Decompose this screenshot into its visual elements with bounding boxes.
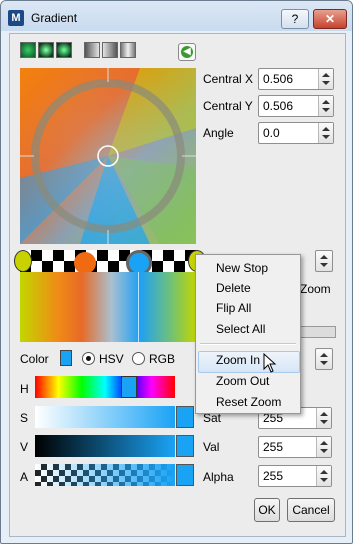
add-preset-button[interactable]: ◀ xyxy=(178,43,196,61)
menu-item-reset-zoom[interactable]: Reset Zoom xyxy=(216,395,281,409)
color-stop-1[interactable] xyxy=(14,250,32,272)
context-menu: New Stop Delete Flip All Select All Zoom… xyxy=(195,254,301,414)
hue-stepper[interactable] xyxy=(315,348,333,370)
app-icon: M xyxy=(8,10,24,26)
menu-item-flip-all[interactable]: Flip All xyxy=(216,301,251,315)
central-x-stepper[interactable] xyxy=(318,69,333,89)
rgb-label: RGB xyxy=(149,352,176,366)
angle-stepper[interactable] xyxy=(318,123,333,143)
preset-swatch-2[interactable] xyxy=(38,42,54,58)
a-label: A xyxy=(20,470,29,484)
hue-slider-handle[interactable] xyxy=(121,376,137,398)
preset-swatch-5[interactable] xyxy=(102,42,118,58)
menu-item-select-all[interactable]: Select All xyxy=(216,322,265,336)
s-label: S xyxy=(20,411,29,425)
preset-swatch-3[interactable] xyxy=(56,42,72,58)
central-x-field[interactable]: 0.506 xyxy=(258,68,334,90)
alpha-slider[interactable] xyxy=(35,464,175,486)
h-label: H xyxy=(20,382,29,396)
color-stop-2[interactable] xyxy=(74,252,96,274)
menu-item-new-stop[interactable]: New Stop xyxy=(216,261,268,275)
window-title: Gradient xyxy=(31,11,78,25)
saturation-slider[interactable] xyxy=(35,406,175,428)
alpha-field[interactable]: 255 xyxy=(258,465,332,487)
central-x-label: Central X xyxy=(203,72,254,86)
angle-field[interactable]: 0.0 xyxy=(258,122,334,144)
value-slider[interactable] xyxy=(35,435,175,457)
v-label: V xyxy=(20,440,29,454)
alpha-slider-handle[interactable] xyxy=(176,464,194,486)
alpha-label: Alpha xyxy=(203,470,234,484)
selected-stop-marker xyxy=(138,272,139,342)
cancel-button[interactable]: Cancel xyxy=(287,498,335,522)
zoom-slider[interactable] xyxy=(300,326,336,338)
val-field[interactable]: 255 xyxy=(258,436,332,458)
sat-stepper[interactable] xyxy=(316,408,331,428)
val-label: Val xyxy=(203,440,220,454)
current-color-swatch[interactable] xyxy=(60,350,72,366)
zoom-label: Zoom xyxy=(300,282,331,296)
preset-swatch-4[interactable] xyxy=(84,42,100,58)
gradient-dialog: M Gradient ? ✕ ◀ Central X 0.506 Central… xyxy=(0,0,353,544)
menu-item-delete[interactable]: Delete xyxy=(216,281,251,295)
menu-separator xyxy=(200,343,296,345)
arrow-left-icon: ◀ xyxy=(181,46,193,58)
central-y-label: Central Y xyxy=(203,99,253,113)
saturation-slider-handle[interactable] xyxy=(176,406,194,428)
value-slider-handle[interactable] xyxy=(176,435,194,457)
menu-item-zoom-out[interactable]: Zoom Out xyxy=(216,374,269,388)
val-stepper[interactable] xyxy=(316,437,331,457)
hsv-radio[interactable] xyxy=(82,352,95,365)
rgb-radio[interactable] xyxy=(132,352,145,365)
hsv-label: HSV xyxy=(99,352,124,366)
ok-button[interactable]: OK xyxy=(254,498,280,522)
mouse-cursor-icon xyxy=(263,353,277,373)
title-bar[interactable]: M Gradient ? ✕ xyxy=(1,1,352,31)
central-y-field[interactable]: 0.506 xyxy=(258,95,334,117)
hue-slider[interactable] xyxy=(35,376,175,398)
alpha-stepper[interactable] xyxy=(316,466,331,486)
preset-swatch-6[interactable] xyxy=(120,42,136,58)
gradient-strip[interactable] xyxy=(20,272,196,342)
color-label: Color xyxy=(20,352,49,366)
stops-bar[interactable] xyxy=(20,250,196,272)
angle-label: Angle xyxy=(203,126,234,140)
gradient-preview[interactable] xyxy=(20,68,196,244)
help-button[interactable]: ? xyxy=(281,9,309,29)
preset-swatch-1[interactable] xyxy=(20,42,36,58)
central-y-stepper[interactable] xyxy=(318,96,333,116)
close-button[interactable]: ✕ xyxy=(313,9,347,29)
stop-position-stepper[interactable] xyxy=(315,250,333,272)
menu-item-zoom-in[interactable]: Zoom In xyxy=(216,353,260,367)
